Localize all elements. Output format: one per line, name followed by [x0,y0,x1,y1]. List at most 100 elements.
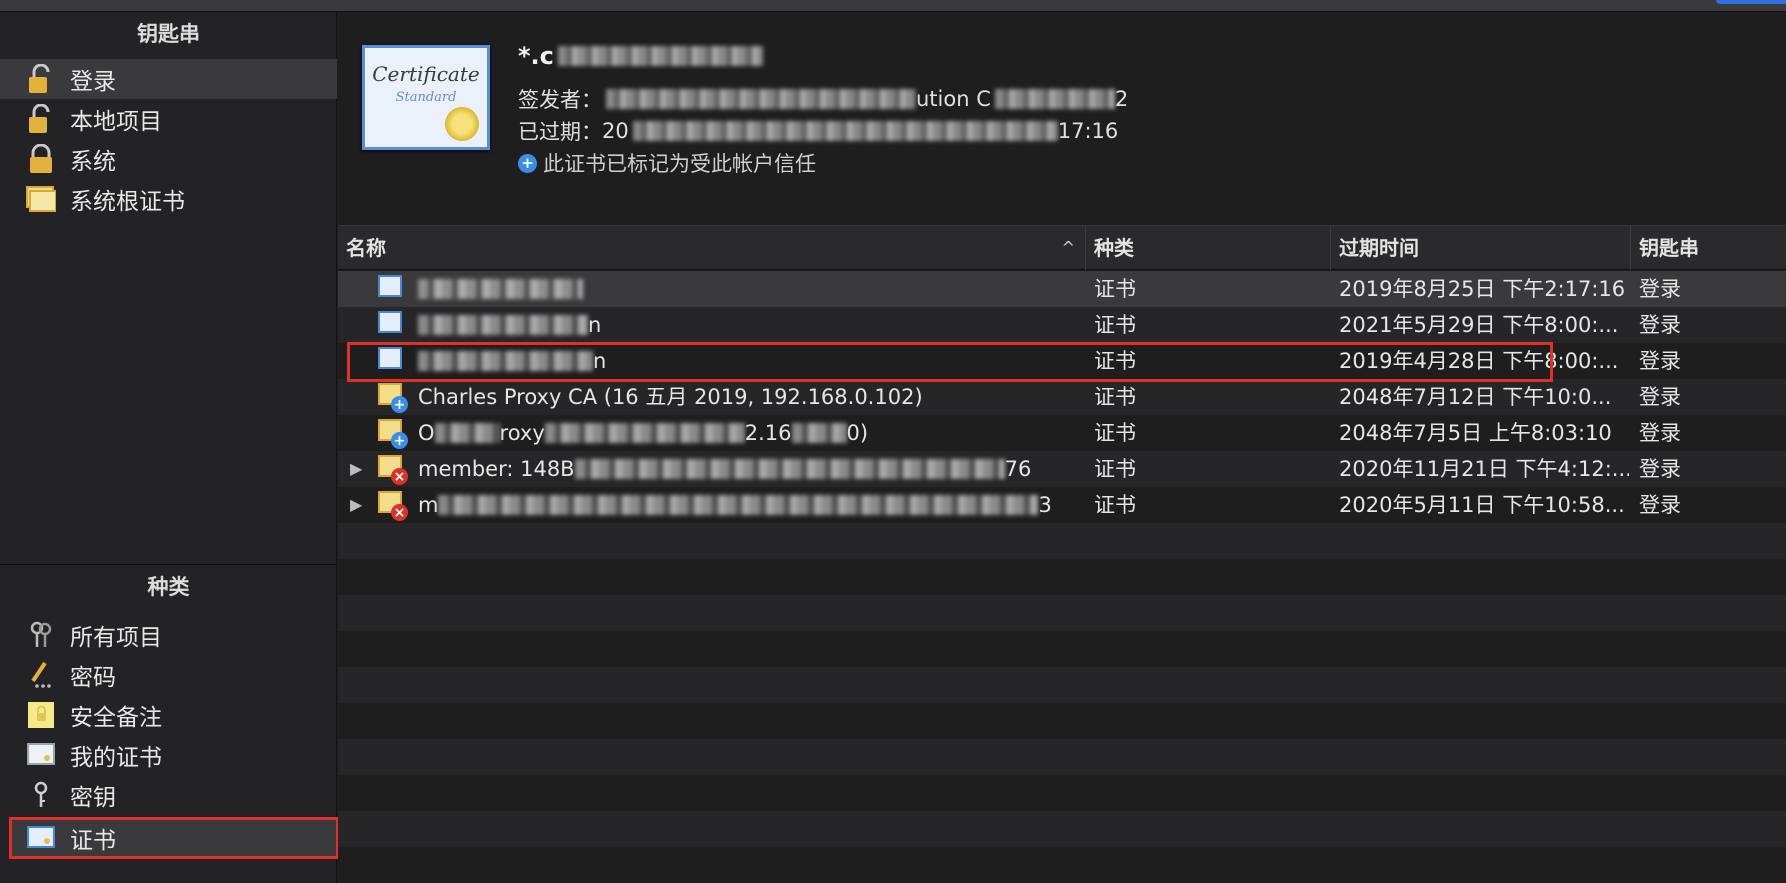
cell-kind: 证书 [1094,349,1136,373]
certificate-title: *.c [518,42,763,70]
certificates-table: 名称 ^ 种类 过期时间 钥匙串 证书 2019年8月25日 下午2:17:16… [338,225,1786,883]
expired-label: 已过期： [518,120,602,144]
empty-row [338,595,1786,631]
window-toolbar-strip [0,0,1786,12]
name-suffix: 76 [1004,457,1032,481]
sidebar-item-system[interactable]: 系统 [0,139,337,179]
certificate-expired: 已过期： 20 17:16 [518,116,1118,146]
empty-row [338,703,1786,739]
cell-expires: 2019年8月25日 下午2:17:16 [1339,277,1626,301]
category-label: 证书 [70,828,116,854]
empty-row [338,847,1786,883]
keys-icon [26,620,56,650]
table-header: 名称 ^ 种类 过期时间 钥匙串 [338,226,1786,270]
cell-kind: 证书 [1094,313,1136,337]
unlocked-padlock-icon [26,104,56,134]
certificate-icon [378,347,406,375]
redacted-issuer [606,89,916,109]
certificate-plus-icon: + [378,419,408,449]
column-header-name[interactable]: 名称 ^ [338,226,1086,270]
category-my-certificates[interactable]: 我的证书 [0,735,337,775]
locked-padlock-icon [26,144,56,174]
category-list: 所有项目 密码 安全备注 我的证书 密钥 [0,615,337,815]
certificate-icon [378,275,406,303]
expired-suffix: 17:16 [1057,119,1119,143]
cell-kind: 证书 [1094,277,1136,301]
sidebar-item-label: 系统 [70,149,116,175]
name-prefix: member: 148B [418,457,575,481]
cell-expires: 2020年11月21日 下午4:12:... [1339,457,1629,481]
keychains-list: 登录 本地项目 系统 系统根证书 [0,59,337,219]
cell-kind: 证书 [1094,385,1136,409]
expired-prefix: 20 [602,119,629,143]
certificate-error-icon: × [378,455,408,485]
table-row[interactable]: n 证书 2019年4月28日 下午8:00:... 登录 [338,343,1786,379]
category-keys[interactable]: 密钥 [0,775,337,815]
cell-expires: 2048年7月12日 下午10:0... [1339,385,1612,409]
redacted-name [418,279,583,299]
keychain-access-window: 钥匙串 登录 本地项目 系统 系统根证书 种类 所有项目 密码 安全备注 我的证… [0,0,1786,883]
disclosure-triangle-icon[interactable]: ▶ [350,487,362,523]
empty-row [338,811,1786,847]
table-row[interactable]: ▶ × member: 148B 76 证书 2020年11月21日 下午4:1… [338,451,1786,487]
category-label: 安全备注 [70,705,162,731]
category-all-items[interactable]: 所有项目 [0,615,337,655]
table-row[interactable]: 证书 2019年8月25日 下午2:17:16 登录 [338,271,1786,307]
column-header-kind[interactable]: 种类 [1086,226,1331,270]
certificate-large-icon: Certificate Standard [362,45,490,150]
cell-expires: 2048年7月5日 上午8:03:10 [1339,421,1612,445]
cell-keychain: 登录 [1639,385,1681,409]
category-header: 种类 [0,564,337,609]
keychains-header: 钥匙串 [137,22,200,46]
column-header-keychain[interactable]: 钥匙串 [1631,226,1786,270]
table-row-charles-proxy[interactable]: + Charles Proxy CA (16 五月 2019, 192.168.… [338,379,1786,415]
disclosure-triangle-icon[interactable]: ▶ [350,451,362,487]
cell-name: n [378,307,1078,343]
category-certificates-highlighted[interactable]: 证书 [9,817,339,859]
redacted-name-3 [791,423,847,443]
name-prefix: m [418,493,439,517]
certificate-icon [26,823,56,853]
cell-keychain: 登录 [1639,493,1681,517]
empty-row [338,559,1786,595]
table-row[interactable]: + O roxy 2.16 0) 证书 2048年7月5日 上午8:03:10 … [338,415,1786,451]
table-row[interactable]: ▶ × m 3 证书 2020年5月11日 下午10:58... 登录 [338,487,1786,523]
certificate-detail: Certificate Standard *.c 签发者： ution C 2 … [338,12,1786,225]
redacted-name-2 [544,423,745,443]
certificate-icon [378,311,406,339]
sidebar-item-local-items[interactable]: 本地项目 [0,99,337,139]
cell-name: n [378,343,1078,379]
unlocked-padlock-icon [26,64,56,94]
column-header-expires[interactable]: 过期时间 [1331,226,1631,270]
category-label: 所有项目 [70,625,162,651]
cell-keychain: 登录 [1639,313,1681,337]
my-certificate-icon [26,740,56,770]
sidebar-item-label: 本地项目 [70,109,162,135]
cell-name: × member: 148B 76 [378,451,1078,487]
redacted-expired [632,121,1058,141]
empty-row [338,631,1786,667]
cell-kind: 证书 [1094,457,1136,481]
category-secure-notes[interactable]: 安全备注 [0,695,337,735]
sidebar-item-system-roots[interactable]: 系统根证书 [0,179,337,219]
trust-status: + 此证书已标记为受此帐户信任 [518,148,816,178]
secure-note-icon [26,700,56,730]
sidebar-item-label: 系统根证书 [70,189,185,215]
cell-name: + O roxy 2.16 0) [378,415,1078,451]
cell-expires: 2021年5月29日 下午8:00:... [1339,313,1619,337]
sort-ascending-icon: ^ [1061,238,1075,257]
table-row[interactable]: n 证书 2021年5月29日 下午8:00:... 登录 [338,307,1786,343]
cell-kind: 证书 [1094,421,1136,445]
cell-keychain: 登录 [1639,457,1681,481]
redacted-name [434,423,500,443]
plus-circle-icon: + [518,153,537,173]
certificate-error-icon: × [378,491,408,521]
category-passwords[interactable]: 密码 [0,655,337,695]
cell-name [378,271,1078,307]
column-header-label: 名称 [346,236,386,260]
redacted-name [418,351,593,371]
cell-name: + Charles Proxy CA (16 五月 2019, 192.168.… [378,379,1078,415]
cell-kind: 证书 [1094,493,1136,517]
sidebar-item-login[interactable]: 登录 [0,59,337,99]
category-label: 密码 [70,665,116,691]
